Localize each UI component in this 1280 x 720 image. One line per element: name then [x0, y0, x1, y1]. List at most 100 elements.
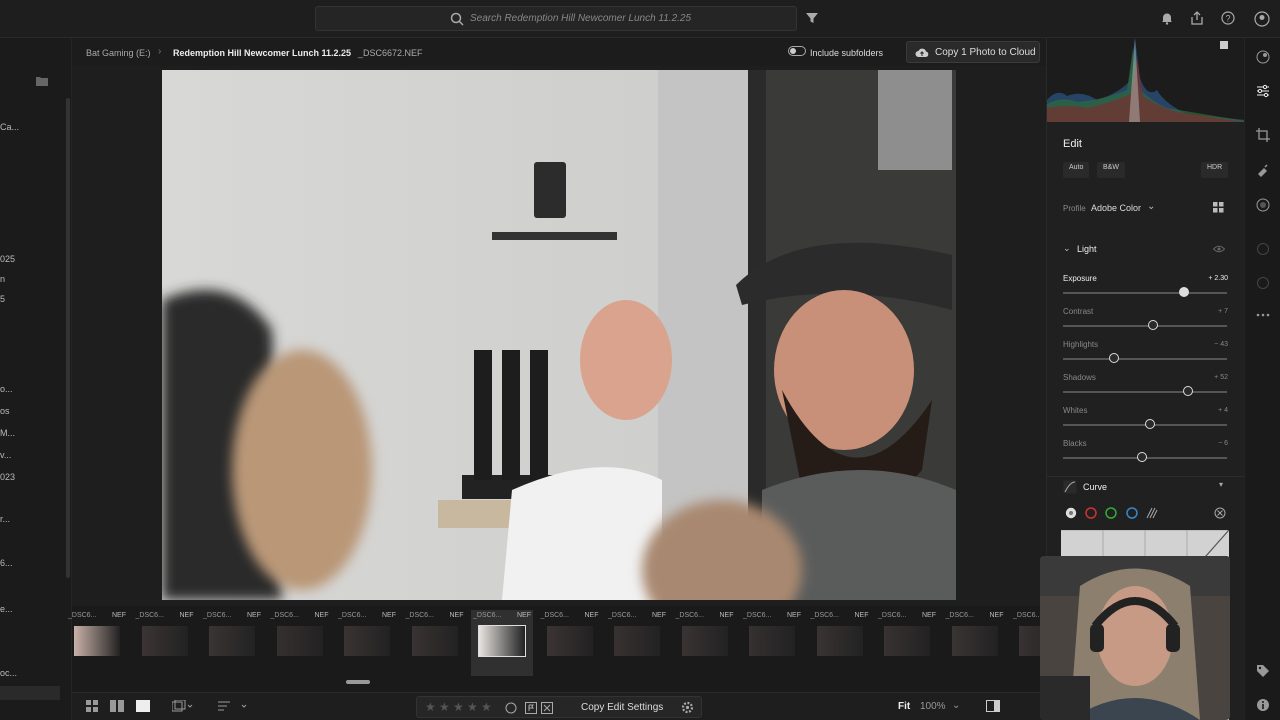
- star-icon[interactable]: ★: [425, 700, 436, 714]
- slider-knob[interactable]: [1108, 353, 1119, 363]
- star-icon[interactable]: ★: [467, 700, 478, 714]
- healing-icon[interactable]: [1256, 164, 1270, 178]
- chevron-down-icon[interactable]: ▾: [1219, 480, 1223, 489]
- light-section-header[interactable]: Light: [1077, 244, 1097, 254]
- slider-knob[interactable]: [1148, 320, 1159, 330]
- slider-value[interactable]: − 43: [1214, 341, 1228, 348]
- slider-track[interactable]: [1063, 292, 1227, 294]
- filmstrip-thumbnail[interactable]: _DSC6... NEF: [539, 610, 601, 676]
- filmstrip-thumbnail[interactable]: _DSC6... NEF: [741, 610, 803, 676]
- profile-browser-icon[interactable]: [1213, 202, 1224, 216]
- flag-reject-icon[interactable]: [541, 702, 553, 717]
- stack-icon[interactable]: [171, 699, 194, 716]
- sidebar-item[interactable]: 5: [0, 294, 5, 304]
- info-icon[interactable]: [1256, 698, 1270, 712]
- slider-knob[interactable]: [1144, 419, 1155, 429]
- red-eye-icon[interactable]: [1256, 242, 1270, 256]
- filmstrip-thumbnail[interactable]: _DSC6... NEF: [606, 610, 668, 676]
- breadcrumb-album[interactable]: Redemption Hill Newcomer Lunch 11.2.25: [173, 48, 351, 58]
- bw-button[interactable]: B&W: [1097, 162, 1125, 178]
- zoom-fit-button[interactable]: Fit: [898, 701, 910, 712]
- tag-icon[interactable]: [1256, 664, 1270, 678]
- versions-icon[interactable]: [1256, 276, 1270, 290]
- gear-icon[interactable]: [681, 701, 694, 717]
- sidebar-item[interactable]: 025: [0, 254, 15, 264]
- sidebar-item[interactable]: o...: [0, 384, 13, 394]
- crop-icon[interactable]: [1256, 128, 1270, 142]
- chevron-down-icon[interactable]: ⌄: [952, 700, 960, 711]
- slider-value[interactable]: + 7: [1218, 308, 1228, 315]
- presets-icon[interactable]: [1256, 50, 1270, 64]
- copy-edit-settings-button[interactable]: Copy Edit Settings: [581, 702, 663, 713]
- filmstrip-thumbnail[interactable]: _DSC6... NEF: [66, 610, 128, 676]
- filmstrip-thumbnail[interactable]: _DSC6... NEF: [809, 610, 871, 676]
- eye-icon[interactable]: [1212, 244, 1226, 256]
- slider-value[interactable]: + 4: [1218, 407, 1228, 414]
- curve-section-header[interactable]: Curve: [1083, 482, 1107, 492]
- account-icon[interactable]: [1254, 11, 1270, 27]
- filter-icon[interactable]: [805, 11, 821, 27]
- sidebar-scrollbar[interactable]: [66, 98, 70, 578]
- sort-icon[interactable]: [218, 700, 248, 716]
- include-subfolders-toggle[interactable]: [788, 46, 806, 56]
- filmstrip-thumbnail[interactable]: _DSC6... NEF: [944, 610, 1006, 676]
- copy-to-cloud-button[interactable]: Copy 1 Photo to Cloud: [906, 41, 1040, 63]
- chevron-down-icon[interactable]: ⌄: [1147, 201, 1155, 212]
- sidebar-item[interactable]: 6...: [0, 558, 13, 568]
- sidebar-item[interactable]: os: [0, 406, 10, 416]
- slider-value[interactable]: − 6: [1218, 440, 1228, 447]
- auto-button[interactable]: Auto: [1063, 162, 1090, 178]
- breadcrumb-root[interactable]: Bat Gaming (E:): [86, 48, 151, 58]
- grid-view-icon[interactable]: [86, 700, 99, 716]
- sidebar-item[interactable]: oc...: [0, 668, 17, 678]
- sidebar-item[interactable]: e...: [0, 604, 13, 614]
- sidebar-item[interactable]: v...: [0, 450, 11, 460]
- filmstrip-thumbnail[interactable]: _DSC6... NEF: [134, 610, 196, 676]
- slider-value[interactable]: + 52: [1214, 374, 1228, 381]
- share-icon[interactable]: [1190, 11, 1206, 27]
- sidebar-item[interactable]: 023: [0, 472, 15, 482]
- compare-view-icon[interactable]: [110, 700, 124, 716]
- star-icon[interactable]: ★: [439, 700, 450, 714]
- slider-knob[interactable]: [1182, 386, 1193, 396]
- filmstrip-thumbnail[interactable]: _DSC6... NEF: [269, 610, 331, 676]
- curve-channel-blue-icon[interactable]: [1126, 507, 1138, 522]
- flag-pick-icon[interactable]: [525, 702, 537, 717]
- curve-channel-red-icon[interactable]: [1085, 507, 1097, 522]
- curve-parametric-icon[interactable]: [1146, 507, 1158, 522]
- profile-dropdown[interactable]: Adobe Color: [1091, 203, 1141, 213]
- slider-track[interactable]: [1063, 325, 1227, 327]
- filmstrip-thumbnail[interactable]: _DSC6... NEF: [471, 610, 533, 676]
- help-icon[interactable]: ?: [1221, 11, 1237, 27]
- slider-track[interactable]: [1063, 391, 1227, 393]
- panel-toggle-icon[interactable]: [986, 700, 1000, 715]
- curve-channel-rgb-icon[interactable]: [1065, 507, 1077, 522]
- chevron-down-icon[interactable]: ⌄: [1063, 243, 1071, 254]
- filmstrip-thumbnail[interactable]: _DSC6... NEF: [201, 610, 263, 676]
- filmstrip-thumbnail[interactable]: _DSC6... NEF: [876, 610, 938, 676]
- main-photo[interactable]: [162, 70, 956, 600]
- masking-icon[interactable]: [1256, 198, 1270, 212]
- star-icon[interactable]: ★: [453, 700, 464, 714]
- filmstrip-thumbnail[interactable]: _DSC6... NEF: [674, 610, 736, 676]
- sidebar-selected-row[interactable]: [0, 686, 60, 700]
- slider-value[interactable]: + 2.30: [1208, 275, 1228, 282]
- folder-add-icon[interactable]: [36, 76, 48, 89]
- hdr-button[interactable]: HDR: [1201, 162, 1229, 178]
- filmstrip-scrollbar[interactable]: [346, 680, 370, 684]
- curve-channel-green-icon[interactable]: [1105, 507, 1117, 522]
- zoom-level[interactable]: 100%: [920, 701, 946, 712]
- edit-sliders-icon[interactable]: [1256, 84, 1270, 98]
- star-icon[interactable]: ★: [481, 700, 492, 714]
- bell-icon[interactable]: [1160, 11, 1176, 27]
- sidebar-item[interactable]: r...: [0, 514, 10, 524]
- curve-target-icon[interactable]: [1214, 507, 1226, 522]
- detail-view-icon[interactable]: [136, 700, 150, 716]
- slider-track[interactable]: [1063, 358, 1227, 360]
- sidebar-item[interactable]: M...: [0, 428, 15, 438]
- flag-none-icon[interactable]: [505, 702, 517, 717]
- slider-knob[interactable]: [1179, 287, 1190, 297]
- more-options-icon[interactable]: [1256, 308, 1270, 322]
- sidebar-item[interactable]: n: [0, 274, 5, 284]
- sidebar-item[interactable]: Ca...: [0, 122, 19, 132]
